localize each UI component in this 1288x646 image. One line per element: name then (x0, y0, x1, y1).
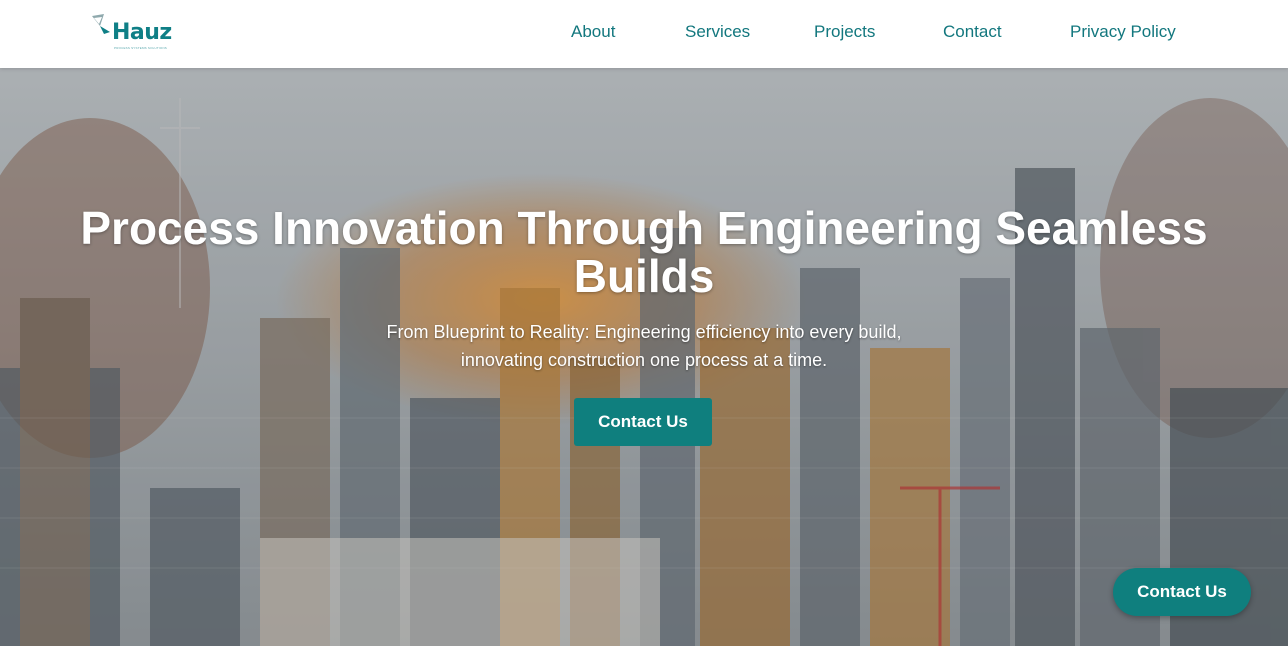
nav-services[interactable]: Services (685, 20, 750, 44)
nav-privacy-policy[interactable]: Privacy Policy (1070, 20, 1176, 44)
hero-subtitle-line-1: From Blueprint to Reality: Engineering e… (386, 322, 902, 342)
site-header: Hauz PROCESS SYSTEMS SOLUTIONS About Ser… (0, 0, 1288, 68)
brand-tagline: PROCESS SYSTEMS SOLUTIONS (114, 46, 168, 50)
hero-subtitle: From Blueprint to Reality: Engineering e… (300, 318, 988, 374)
hero-section: Process Innovation Through Engineering S… (0, 68, 1288, 646)
hero-subtitle-line-2: innovating construction one process at a… (460, 350, 828, 370)
nav-about[interactable]: About (571, 20, 615, 44)
floating-contact-button[interactable]: Contact Us (1113, 568, 1251, 616)
main-nav: About Services Projects Contact Privacy … (0, 20, 1288, 44)
hero-contact-button[interactable]: Contact Us (574, 398, 712, 446)
nav-contact[interactable]: Contact (943, 20, 1002, 44)
hero-title: Process Innovation Through Engineering S… (80, 202, 1208, 302)
nav-projects[interactable]: Projects (814, 20, 875, 44)
